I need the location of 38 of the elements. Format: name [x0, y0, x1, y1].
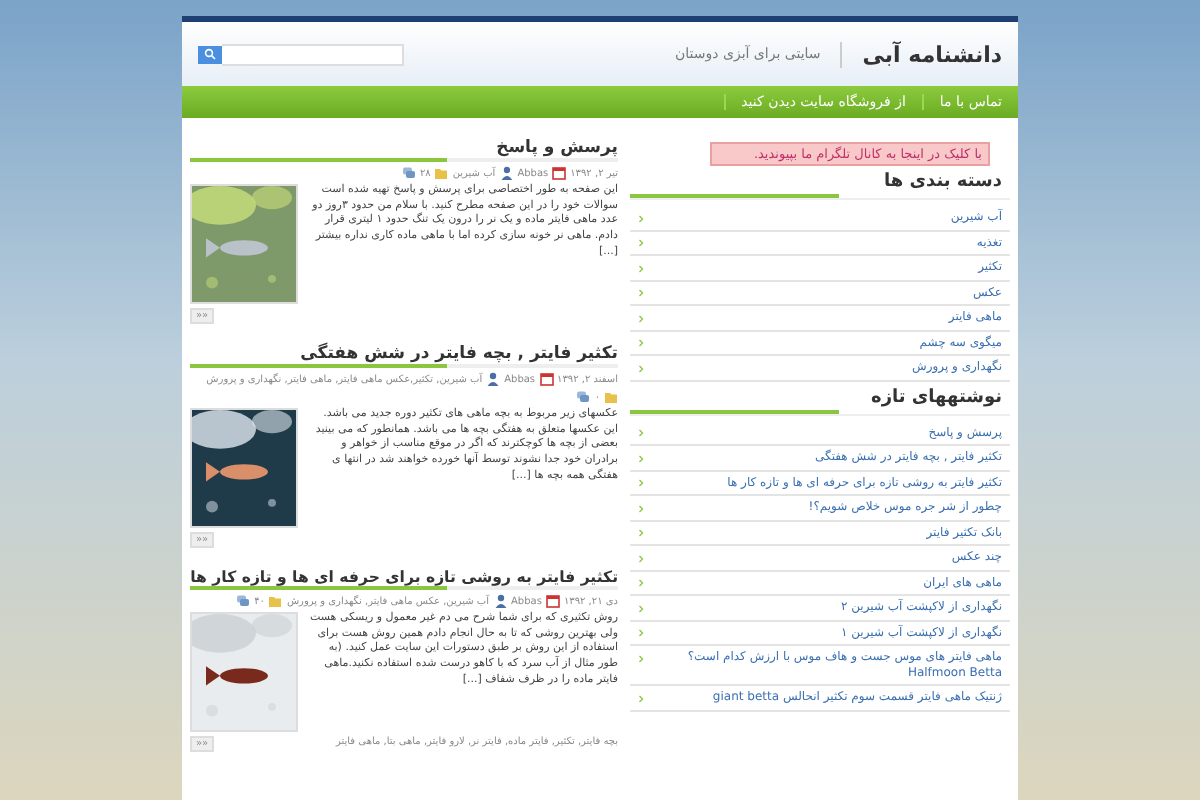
search-field[interactable]: [222, 43, 404, 65]
bullet-icon: [638, 338, 644, 348]
person-icon: [486, 372, 501, 386]
bullet-icon: [638, 528, 644, 538]
bullet-icon: [638, 213, 644, 223]
calendar-icon: [552, 166, 567, 180]
bullet-icon: [638, 313, 644, 323]
bullet-icon: [638, 693, 644, 703]
bullet-icon: [638, 238, 644, 248]
search-icon: [204, 48, 216, 60]
person-icon: [493, 594, 508, 608]
comment-icon: [401, 166, 416, 180]
bullet-icon: [638, 553, 644, 563]
calendar-icon: [539, 372, 554, 386]
calendar-icon: [545, 594, 560, 608]
widget-title: دسته بندی ها: [882, 172, 1002, 192]
search-button[interactable]: [198, 45, 222, 63]
bullet-icon: [638, 578, 644, 588]
widget-title: نوشتههای تازه: [869, 387, 1002, 407]
bullet-icon: [638, 653, 644, 663]
bullet-icon: [638, 263, 644, 273]
bullet-icon: [638, 288, 644, 298]
post-title[interactable]: پرسش و پاسخ: [190, 138, 618, 158]
bullet-icon: [638, 503, 644, 513]
site-title[interactable]: دانشنامه آبی: [840, 41, 1002, 67]
bullet-icon: [638, 363, 644, 373]
folder-icon: [604, 390, 618, 404]
bullet-icon: [638, 453, 644, 463]
bullet-icon: [638, 628, 644, 638]
post-title[interactable]: تکثیر فایتر , بچه فایتر در شش هفتگی: [190, 344, 618, 364]
bullet-icon: [638, 478, 644, 488]
comment-icon: [576, 390, 591, 404]
person-icon: [499, 166, 514, 180]
folder-icon: [268, 594, 283, 608]
bullet-icon: [638, 603, 644, 613]
folder-icon: [434, 166, 449, 180]
bullet-icon: [638, 428, 644, 438]
comment-icon: [236, 594, 251, 608]
